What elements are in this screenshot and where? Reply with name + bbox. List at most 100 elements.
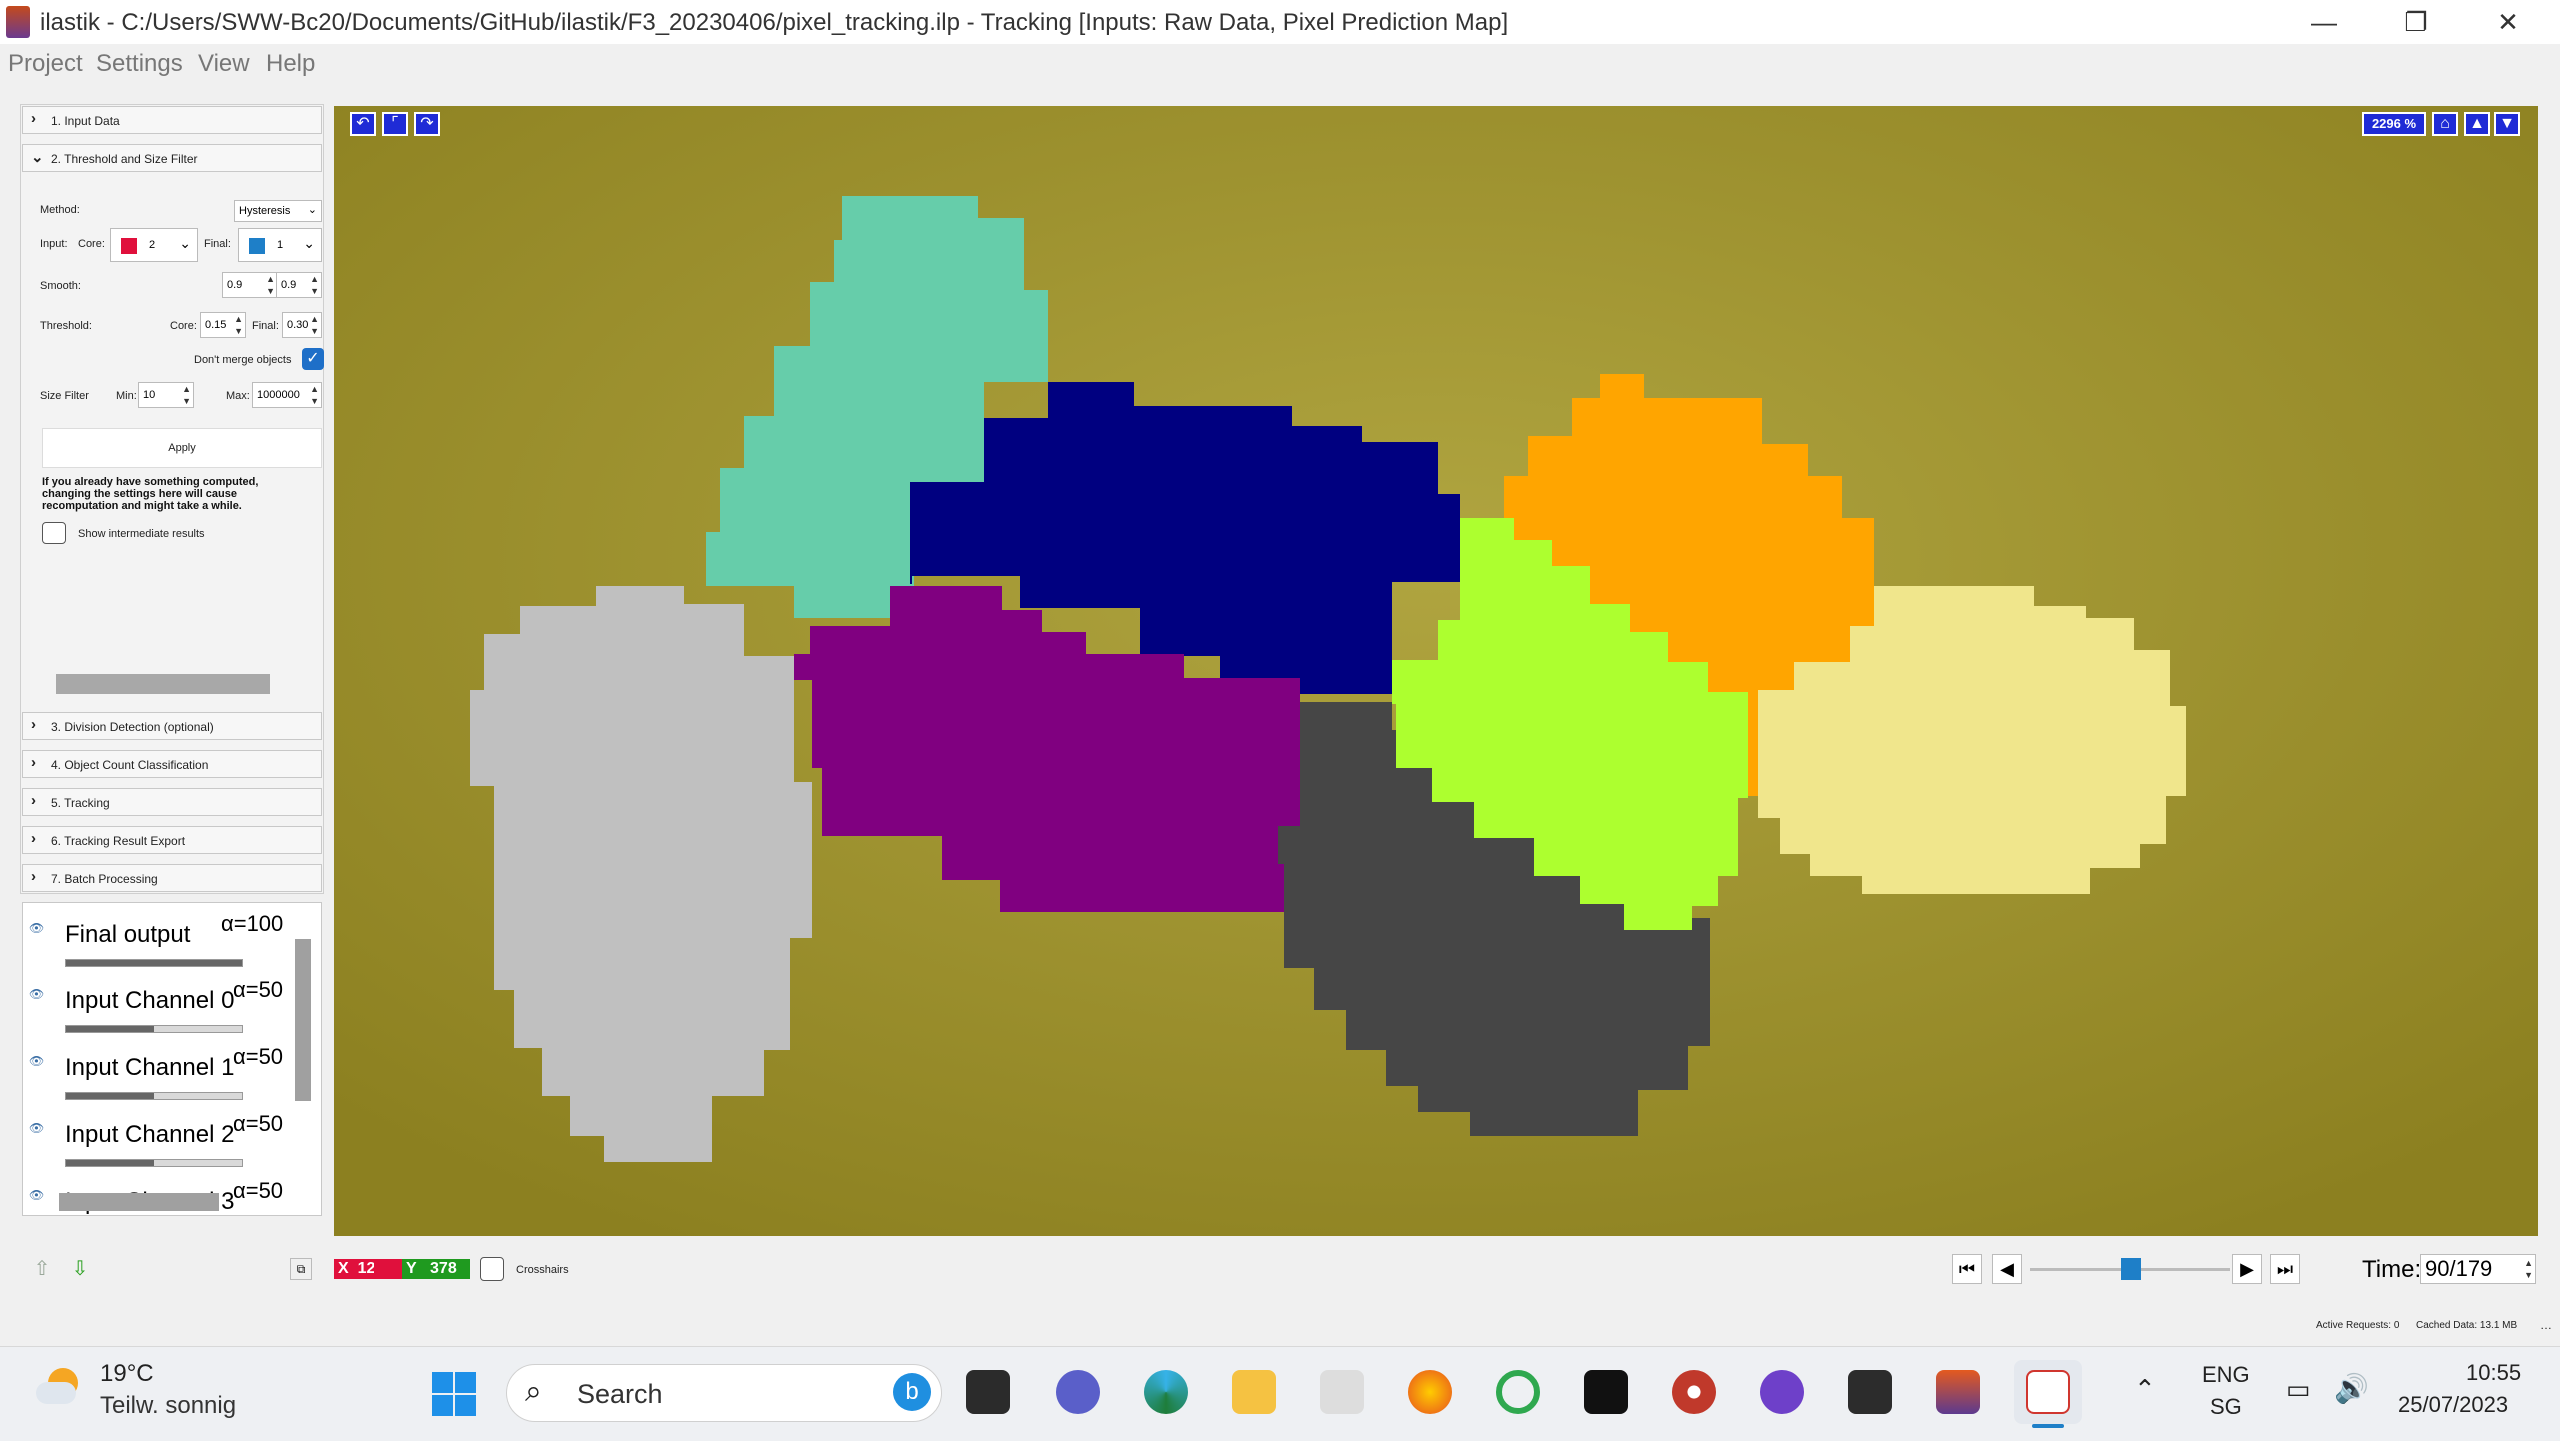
- core-color-swatch: [121, 238, 137, 254]
- weather-icon[interactable]: [36, 1364, 88, 1408]
- core-channel-select[interactable]: 2 ⌄: [110, 228, 198, 262]
- time-spinbox[interactable]: 90/179 ▲ ▼: [2420, 1254, 2536, 1284]
- ilastik-taskbar-icon[interactable]: [1936, 1370, 1980, 1414]
- applet-input-data[interactable]: › 1. Input Data: [22, 106, 322, 134]
- threshold-core-spinbox[interactable]: 0.15 ▲ ▼: [200, 312, 246, 338]
- eye-icon[interactable]: 👁: [29, 921, 44, 935]
- eye-icon[interactable]: 👁: [29, 987, 44, 1001]
- applet-threshold[interactable]: ⌄ 2. Threshold and Size Filter: [22, 144, 322, 172]
- layer-horizontal-scrollbar[interactable]: [59, 1193, 219, 1211]
- swap-axes-icon[interactable]: ⌜: [382, 112, 408, 136]
- weather-desc: Teilw. sonnig: [100, 1392, 237, 1419]
- sync-app-icon[interactable]: [1496, 1370, 1540, 1414]
- volume-icon[interactable]: 🔊: [2334, 1372, 2369, 1405]
- restore-button[interactable]: ❐: [2386, 4, 2446, 40]
- dont-merge-label: Don't merge objects: [194, 354, 292, 366]
- menu-help[interactable]: Help: [266, 50, 315, 78]
- chevron-up-icon[interactable]: ⌃: [2134, 1374, 2156, 1405]
- time-slider-thumb[interactable]: [2120, 1258, 2141, 1280]
- final-channel-select[interactable]: 1 ⌄: [238, 228, 322, 262]
- smooth-y-spinbox[interactable]: 0.9 ▲ ▼: [276, 272, 322, 298]
- rotate-left-icon[interactable]: ↶: [350, 112, 376, 136]
- smooth-x-spinbox[interactable]: 0.9 ▲ ▼: [222, 272, 278, 298]
- spin-arrows-icon: ▲ ▼: [310, 274, 319, 296]
- window-title: ilastik - C:/Users/SWW-Bc20/Documents/Gi…: [40, 9, 1509, 36]
- search-box[interactable]: ⌕ Search b: [506, 1364, 942, 1422]
- minimize-button[interactable]: —: [2294, 4, 2354, 40]
- apply-button[interactable]: Apply: [42, 428, 322, 468]
- eye-icon[interactable]: 👁: [29, 1054, 44, 1068]
- threshold-final-spinbox[interactable]: 0.30 ▲ ▼: [282, 312, 322, 338]
- davinci-icon[interactable]: [1672, 1370, 1716, 1414]
- opacity-slider[interactable]: [65, 1159, 243, 1167]
- move-layer-up-icon[interactable]: ⇧: [30, 1256, 54, 1280]
- menu-bar: Project Settings View Help: [0, 46, 2560, 84]
- show-intermediate-checkbox[interactable]: [42, 522, 66, 544]
- opacity-slider[interactable]: [65, 959, 243, 967]
- previous-frame-icon[interactable]: ◀: [1992, 1254, 2022, 1284]
- windows-start-icon[interactable]: [430, 1370, 478, 1418]
- chevron-right-icon: ›: [31, 716, 36, 733]
- size-min-spinbox[interactable]: 10 ▲ ▼: [138, 382, 194, 408]
- layer-input-channel-0[interactable]: 👁 Input Channel 0 α=50: [23, 977, 293, 1039]
- teams-chat-icon[interactable]: [1056, 1370, 1100, 1414]
- layer-input-channel-2[interactable]: 👁 Input Channel 2 α=50: [23, 1111, 293, 1173]
- chevron-down-icon: ⌄: [179, 235, 191, 251]
- last-frame-icon[interactable]: ⏭: [2270, 1254, 2300, 1284]
- applet-division-detection[interactable]: › 3. Division Detection (optional): [22, 712, 322, 740]
- firefox-icon[interactable]: [1408, 1370, 1452, 1414]
- task-view-icon[interactable]: [966, 1370, 1010, 1414]
- menu-settings[interactable]: Settings: [96, 50, 183, 78]
- first-frame-icon[interactable]: ⏮: [1952, 1254, 1982, 1284]
- opacity-slider[interactable]: [65, 1092, 243, 1100]
- screenshot-icon[interactable]: ⌂: [2432, 112, 2458, 136]
- opacity-slider[interactable]: [65, 1025, 243, 1033]
- clock-time[interactable]: 10:55: [2466, 1360, 2521, 1386]
- image-viewer[interactable]: [334, 106, 2538, 1236]
- layer-vertical-scrollbar[interactable]: [295, 939, 311, 1101]
- chevron-right-icon: ›: [31, 754, 36, 771]
- view-menu-icon[interactable]: ▼: [2494, 112, 2520, 136]
- next-frame-icon[interactable]: ▶: [2232, 1254, 2262, 1284]
- threshold-final-label: Final:: [252, 320, 279, 332]
- applet-export[interactable]: › 6. Tracking Result Export: [22, 826, 322, 854]
- terminal-window-icon[interactable]: [1584, 1370, 1628, 1414]
- language-secondary[interactable]: SG: [2210, 1394, 2242, 1420]
- layer-input-channel-1[interactable]: 👁 Input Channel 1 α=50: [23, 1044, 293, 1106]
- crosshairs-checkbox[interactable]: [480, 1257, 504, 1281]
- command-prompt-icon[interactable]: [1848, 1370, 1892, 1414]
- size-filter-label: Size Filter: [40, 390, 89, 402]
- applet-scrollbar[interactable]: [56, 674, 270, 694]
- zoom-level[interactable]: 2296 %: [2362, 112, 2426, 136]
- applet-batch[interactable]: › 7. Batch Processing: [22, 864, 322, 892]
- rotate-right-icon[interactable]: ↷: [414, 112, 440, 136]
- threshold-core-label: Core:: [170, 320, 197, 332]
- microscope-app-icon[interactable]: [1320, 1370, 1364, 1414]
- snipping-tool-icon[interactable]: [2026, 1370, 2070, 1414]
- file-explorer-icon[interactable]: [1232, 1370, 1276, 1414]
- y-coordinate: Y 378: [402, 1259, 470, 1279]
- applet-tracking[interactable]: › 5. Tracking: [22, 788, 322, 816]
- language-primary[interactable]: ENG: [2202, 1362, 2250, 1388]
- move-layer-down-icon[interactable]: ⇩: [68, 1256, 92, 1280]
- github-desktop-icon[interactable]: [1760, 1370, 1804, 1414]
- method-select[interactable]: Hysteresis ⌄: [234, 200, 322, 222]
- layer-final-output[interactable]: 👁 Final output α=100: [23, 911, 293, 973]
- eye-icon[interactable]: 👁: [29, 1188, 44, 1202]
- clock-date[interactable]: 25/07/2023: [2398, 1392, 2508, 1418]
- min-label: Min:: [116, 390, 137, 402]
- close-button[interactable]: ✕: [2478, 4, 2538, 40]
- network-icon[interactable]: ▭: [2286, 1374, 2311, 1405]
- edge-browser-icon[interactable]: [1144, 1370, 1188, 1414]
- dont-merge-checkbox[interactable]: ✓: [302, 348, 324, 370]
- chevron-down-icon: ⌄: [307, 204, 317, 216]
- menu-view[interactable]: View: [198, 50, 250, 78]
- layer-settings-icon[interactable]: ⧉: [290, 1258, 312, 1280]
- menu-project[interactable]: Project: [8, 50, 83, 78]
- more-icon[interactable]: …: [2540, 1318, 2552, 1332]
- maximize-view-icon[interactable]: ▲: [2464, 112, 2490, 136]
- applet-object-count[interactable]: › 4. Object Count Classification: [22, 750, 322, 778]
- recompute-warning: If you already have something computed, …: [42, 476, 259, 512]
- eye-icon[interactable]: 👁: [29, 1121, 44, 1135]
- size-max-spinbox[interactable]: 1000000 ▲ ▼: [252, 382, 322, 408]
